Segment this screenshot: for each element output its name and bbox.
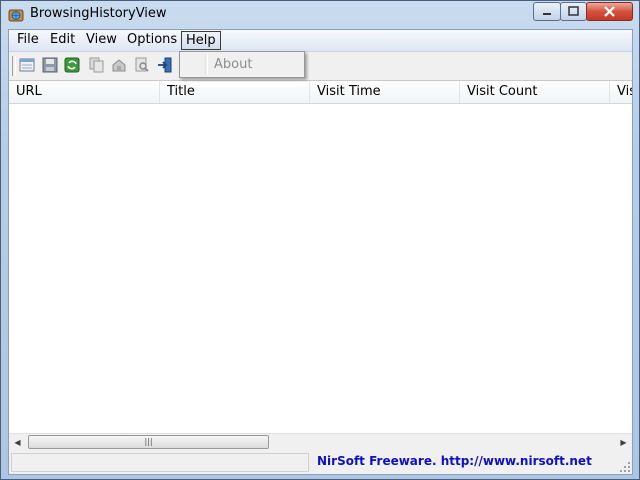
app-icon[interactable]	[8, 7, 24, 23]
status-bar: NirSoft Freeware. http://www.nirsoft.net	[9, 451, 632, 474]
toolbar	[9, 52, 632, 81]
column-title[interactable]: Title	[160, 81, 310, 103]
status-pane	[11, 453, 309, 472]
exit-icon[interactable]	[157, 57, 173, 73]
column-visit-count[interactable]: Visit Count	[460, 81, 610, 103]
close-icon	[604, 6, 615, 17]
column-url[interactable]: URL	[9, 81, 160, 103]
scroll-left-icon[interactable]: ◀	[9, 434, 26, 451]
copy-icon[interactable]	[88, 57, 104, 73]
window-title: BrowsingHistoryView	[30, 6, 167, 21]
client-area: File Edit View Options Help URL Title Vi…	[8, 29, 633, 475]
menu-options[interactable]: Options	[123, 31, 181, 49]
menu-item-about[interactable]: About	[214, 57, 252, 72]
minimize-icon	[543, 13, 551, 15]
maximize-icon	[568, 6, 579, 16]
scroll-right-icon[interactable]: ▶	[615, 434, 632, 451]
minimize-button[interactable]	[533, 2, 561, 21]
nirsoft-link[interactable]: NirSoft Freeware. http://www.nirsoft.net	[317, 454, 592, 468]
scroll-thumb[interactable]: |||	[28, 435, 269, 449]
save-icon[interactable]	[42, 57, 58, 73]
help-menu-dropdown: About	[179, 51, 305, 78]
menu-gutter	[205, 54, 208, 75]
menu-edit[interactable]: Edit	[46, 31, 79, 49]
refresh-icon[interactable]	[64, 57, 80, 73]
menu-help[interactable]: Help	[181, 31, 221, 50]
history-list[interactable]: URL Title Visit Time Visit Count Vis	[9, 81, 632, 433]
app-window: BrowsingHistoryView File Edit View Optio…	[0, 0, 640, 480]
resize-grip-icon[interactable]	[619, 461, 631, 473]
html-report-icon[interactable]	[19, 57, 35, 73]
list-header: URL Title Visit Time Visit Count Vis	[9, 81, 632, 104]
menu-bar: File Edit View Options Help	[9, 30, 632, 52]
properties-icon[interactable]	[111, 57, 127, 73]
horizontal-scrollbar[interactable]: ◀ ||| ▶	[9, 433, 632, 451]
menu-view[interactable]: View	[82, 31, 121, 49]
maximize-button[interactable]	[560, 2, 587, 21]
column-visited-from[interactable]: Vis	[610, 81, 632, 103]
find-icon[interactable]	[134, 57, 150, 73]
column-visit-time[interactable]: Visit Time	[310, 81, 460, 103]
title-bar[interactable]: BrowsingHistoryView	[1, 1, 639, 29]
close-button[interactable]	[586, 2, 633, 21]
toolbar-grip	[12, 56, 16, 76]
menu-file[interactable]: File	[13, 31, 43, 49]
